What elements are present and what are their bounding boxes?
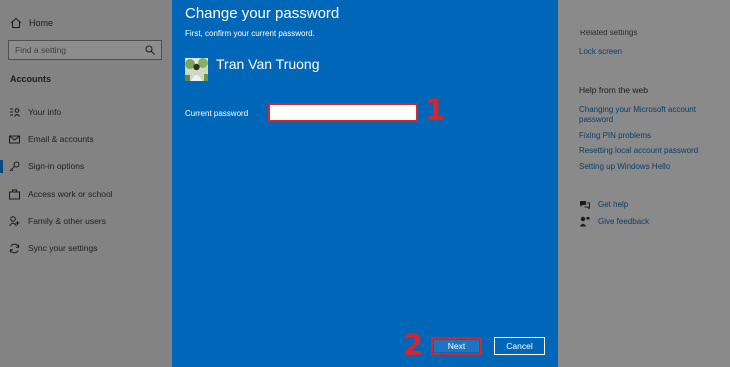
sidebar-item-your-info[interactable]: Your info (0, 104, 172, 120)
sidebar-item-label: Email & accounts (28, 134, 94, 144)
give-feedback-link[interactable]: Give feedback (579, 216, 649, 227)
sidebar-item-label: Sign-in options (28, 161, 85, 171)
help-link-change-password[interactable]: Changing your Microsoft account password (579, 105, 719, 125)
get-help-link[interactable]: Get help (579, 199, 628, 210)
lock-screen-link[interactable]: Lock screen (579, 47, 719, 57)
sidebar-item-label: Your info (28, 107, 62, 117)
home-icon (10, 17, 22, 29)
person-card-icon (9, 107, 20, 118)
next-button[interactable]: Next (431, 337, 482, 355)
dialog-subtitle: First, confirm your current password. (185, 29, 315, 38)
sidebar-item-sync-settings[interactable]: Sync your settings (0, 240, 172, 256)
get-help-label: Get help (598, 200, 629, 209)
related-settings-heading: Related settings (580, 30, 638, 37)
current-password-input[interactable] (268, 103, 418, 122)
sync-icon (9, 243, 20, 254)
step-1-annotation: 1 (425, 93, 446, 127)
user-avatar (185, 58, 208, 81)
search-icon (145, 45, 155, 55)
sidebar-item-label: Access work or school (28, 189, 113, 199)
sidebar-item-label: Family & other users (28, 216, 106, 226)
give-feedback-label: Give feedback (598, 217, 650, 226)
cancel-button[interactable]: Cancel (494, 337, 545, 355)
user-name: Tran Van Truong (216, 56, 320, 72)
related-settings-panel: Related settings Lock screen Help from t… (558, 0, 730, 367)
mail-icon (9, 134, 20, 145)
current-password-label: Current password (185, 109, 249, 118)
person-add-icon (9, 215, 20, 227)
help-link-reset-local-password[interactable]: Resetting local account password (579, 146, 719, 156)
sidebar-item-email-accounts[interactable]: Email & accounts (0, 131, 172, 147)
sidebar-item-label: Sync your settings (28, 243, 98, 253)
search-placeholder: Find a setting (15, 45, 67, 55)
key-icon (9, 161, 20, 172)
home-nav-item[interactable]: Home (10, 17, 53, 29)
sidebar-item-family-users[interactable]: Family & other users (0, 213, 172, 229)
settings-sidebar: Home Find a setting Accounts Your info E… (0, 0, 172, 367)
section-title-accounts: Accounts (10, 74, 52, 84)
feedback-person-icon (579, 216, 590, 227)
change-password-dialog: Change your password First, confirm your… (172, 0, 558, 367)
help-link-windows-hello[interactable]: Setting up Windows Hello (579, 162, 719, 172)
sidebar-item-sign-in-options[interactable]: Sign-in options (0, 158, 172, 174)
briefcase-icon (9, 189, 20, 200)
help-from-web-heading: Help from the web (579, 85, 648, 95)
chat-help-icon (579, 199, 590, 210)
step-2-annotation: 2 (403, 328, 424, 362)
help-link-pin-problems[interactable]: Fixing PIN problems (579, 131, 719, 141)
search-input[interactable]: Find a setting (8, 40, 162, 60)
home-label: Home (29, 18, 54, 28)
sidebar-item-access-work-school[interactable]: Access work or school (0, 186, 172, 202)
dialog-title: Change your password (185, 5, 340, 22)
